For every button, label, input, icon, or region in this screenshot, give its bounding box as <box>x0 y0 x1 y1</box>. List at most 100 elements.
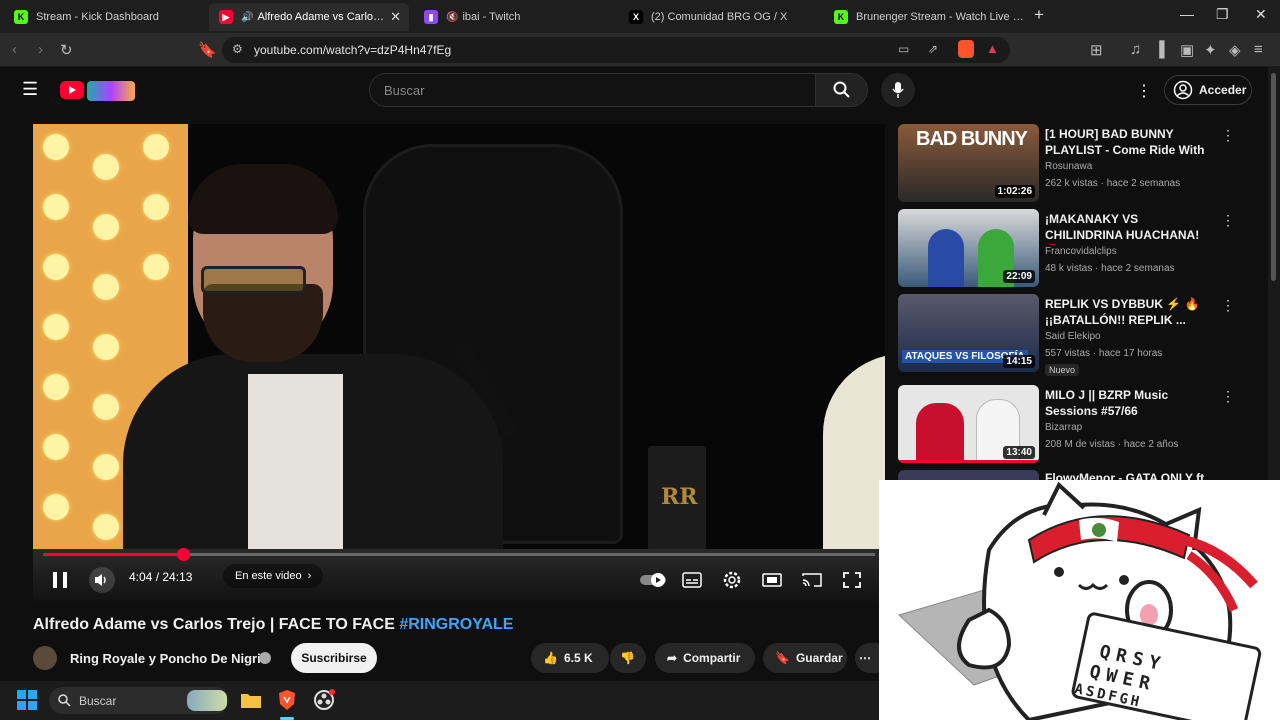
recommendation-title[interactable]: ¡MAKANAKY VS CHILINDRINA HUACHANA! 🥊 PEL… <box>1045 211 1215 245</box>
taskbar-search[interactable]: Buscar <box>49 687 229 714</box>
minimize-icon[interactable]: — <box>1180 6 1194 22</box>
restore-icon[interactable]: ❐ <box>1216 6 1229 23</box>
hamburger-menu-icon[interactable]: ☰ <box>22 79 38 100</box>
video-thumbnail[interactable]: 13:40 <box>898 385 1039 463</box>
more-actions-button[interactable]: ⋯ <box>855 643 879 673</box>
youtube-logo-icon[interactable] <box>60 81 84 99</box>
back-icon[interactable]: ‹ <box>12 41 17 58</box>
new-tab-button[interactable]: + <box>1034 5 1044 25</box>
fullscreen-icon[interactable] <box>841 570 863 590</box>
more-options-icon[interactable]: ⋮ <box>1221 127 1235 144</box>
tab-kick-dashboard[interactable]: K Stream - Kick Dashboard <box>4 3 204 31</box>
more-options-icon[interactable]: ⋮ <box>1221 388 1235 405</box>
channel-name[interactable]: Ring Royale y Poncho De Nigris <box>70 651 268 666</box>
kick-favicon-icon: K <box>14 10 28 24</box>
recommendation-title[interactable]: FlowyMenor - GATA ONLY ft. <box>1045 470 1215 480</box>
wallet-icon[interactable]: ▣ <box>1180 41 1194 59</box>
brave-browser-icon[interactable] <box>276 689 298 711</box>
tab-kick-brunenger[interactable]: K Brunenger Stream - Watch Live on Ki <box>824 3 1024 31</box>
video-title-text: Alfredo Adame vs Carlos Trejo | FACE TO … <box>33 616 400 633</box>
pip-icon[interactable]: ▭ <box>898 42 909 56</box>
obs-icon[interactable] <box>313 689 335 711</box>
recommendation-title[interactable]: REPLIK VS DYBBUK ⚡ 🔥 ¡¡BATALLÓN!! REPLIK… <box>1045 296 1215 328</box>
more-options-icon[interactable]: ⋮ <box>1221 212 1235 229</box>
recommendation-item[interactable]: ATAQUES VS FILOSOFÍA 14:15 REPLIK VS DYB… <box>898 294 1238 376</box>
recommendation-channel[interactable]: Said Elekipo <box>1045 331 1101 342</box>
brave-rewards-icon[interactable]: ▲ <box>986 41 999 56</box>
file-explorer-icon[interactable] <box>240 689 262 711</box>
search-icon <box>833 81 850 98</box>
ring-royale-logo: RR <box>661 484 698 510</box>
recommendation-item[interactable]: 22:09 ¡MAKANAKY VS CHILINDRINA HUACHANA!… <box>898 209 1238 289</box>
search-button[interactable] <box>816 73 868 107</box>
recommendation-meta: 557 vistas · hace 17 horas <box>1045 348 1163 359</box>
autoplay-toggle-icon[interactable] <box>639 570 667 590</box>
subscribe-button[interactable]: Suscribirse <box>291 643 377 673</box>
video-thumbnail[interactable]: BAD BUNNY 1:02:26 <box>898 124 1039 202</box>
windows-taskbar: Buscar <box>0 681 879 720</box>
recommendation-channel[interactable]: Bizarrap <box>1045 422 1082 433</box>
save-button[interactable]: 🔖 Guardar <box>763 643 847 673</box>
like-button[interactable]: 👍 6.5 K <box>531 643 609 673</box>
hashtag-link[interactable]: #RINGROYALE <box>399 616 513 633</box>
signin-button[interactable]: Acceder <box>1164 75 1252 105</box>
subscribe-label: Suscribirse <box>301 651 367 665</box>
windows-start-icon[interactable] <box>16 689 38 711</box>
share-arrow-icon: ➦ <box>667 651 678 665</box>
settings-kebab-icon[interactable]: ⋮ <box>1136 81 1152 101</box>
bookmark-icon[interactable]: 🔖 <box>198 41 217 59</box>
voice-search-button[interactable] <box>881 73 915 107</box>
page-scrollbar[interactable] <box>1268 67 1280 480</box>
scroll-thumb[interactable] <box>1271 73 1276 281</box>
media-icon[interactable]: ♫ <box>1130 41 1141 58</box>
video-thumbnail[interactable]: ATAQUES VS FILOSOFÍA 14:15 <box>898 294 1039 372</box>
recommendation-item[interactable]: BAD BUNNY 1:02:26 [1 HOUR] BAD BUNNY PLA… <box>898 124 1238 204</box>
search-placeholder: Buscar <box>384 83 425 98</box>
volume-button[interactable] <box>89 567 115 593</box>
recommendation-item[interactable]: FlowyMenor - GATA ONLY ft. <box>898 470 1238 480</box>
settings-gear-icon[interactable] <box>721 570 743 590</box>
search-input[interactable]: Buscar <box>369 73 816 107</box>
channel-avatar[interactable] <box>33 646 57 670</box>
more-options-icon[interactable]: ⋮ <box>1221 297 1235 314</box>
url-text: youtube.com/watch?v=dzP4Hn47fEg <box>254 43 452 57</box>
muted-icon: 🔇 <box>446 11 459 23</box>
close-window-icon[interactable]: ✕ <box>1255 6 1267 23</box>
share-button[interactable]: ➦ Compartir <box>655 643 755 673</box>
chapter-button[interactable]: En este video › <box>223 564 324 588</box>
video-player[interactable]: RR 4:04 / 24:13 En este video › <box>33 124 885 604</box>
menu-icon[interactable]: ≡ <box>1254 41 1263 58</box>
dislike-button[interactable]: 👎 <box>610 643 646 673</box>
forward-icon[interactable]: › <box>38 41 43 58</box>
brave-shield-icon[interactable] <box>958 40 974 58</box>
pause-icon[interactable] <box>49 570 71 590</box>
doodle-logo-icon[interactable] <box>87 81 135 101</box>
sunglasses <box>201 266 306 294</box>
leo-icon[interactable]: ⊞ <box>1090 41 1103 59</box>
video-thumbnail[interactable]: 22:09 <box>898 209 1039 287</box>
recommendation-title[interactable]: [1 HOUR] BAD BUNNY PLAYLIST - Come Ride … <box>1045 126 1215 160</box>
cast-icon[interactable] <box>801 570 823 590</box>
recommendation-channel[interactable]: Francovidalclips <box>1045 246 1117 257</box>
tab-x[interactable]: X (2) Comunidad BRG OG / X <box>619 3 819 31</box>
vpn-icon[interactable]: ◈ <box>1229 41 1241 59</box>
recommendation-channel[interactable]: Rosunawa <box>1045 161 1092 172</box>
progress-bar[interactable] <box>43 548 875 561</box>
sidebar-icon[interactable]: ▐ <box>1154 41 1165 58</box>
recommendation-title[interactable]: MILO J || BZRP Music Sessions #57/66 <box>1045 387 1215 419</box>
share-icon[interactable]: ⇗ <box>928 42 938 56</box>
subtitles-icon[interactable] <box>681 570 703 590</box>
video-thumbnail[interactable] <box>898 470 1039 480</box>
x-favicon-icon: X <box>629 10 643 24</box>
tab-twitch[interactable]: ▮ 🔇 ibai - Twitch <box>414 3 614 31</box>
theater-mode-icon[interactable] <box>761 570 783 590</box>
reload-icon[interactable]: ↻ <box>60 41 73 59</box>
progress-scrubber[interactable] <box>177 548 190 561</box>
ai-icon[interactable]: ✦ <box>1204 41 1217 59</box>
tab-youtube-active[interactable]: ▶ 🔊 Alfredo Adame vs Carlos Trejo ✕ <box>209 3 409 31</box>
recommendation-item[interactable]: 13:40 MILO J || BZRP Music Sessions #57/… <box>898 385 1238 465</box>
close-tab-icon[interactable]: ✕ <box>390 9 401 25</box>
chevron-right-icon: › <box>307 570 312 582</box>
site-info-icon[interactable]: ⚙ <box>232 42 243 56</box>
address-bar[interactable]: ⚙ youtube.com/watch?v=dzP4Hn47fEg ▭ ⇗ ▲ <box>222 37 1010 63</box>
